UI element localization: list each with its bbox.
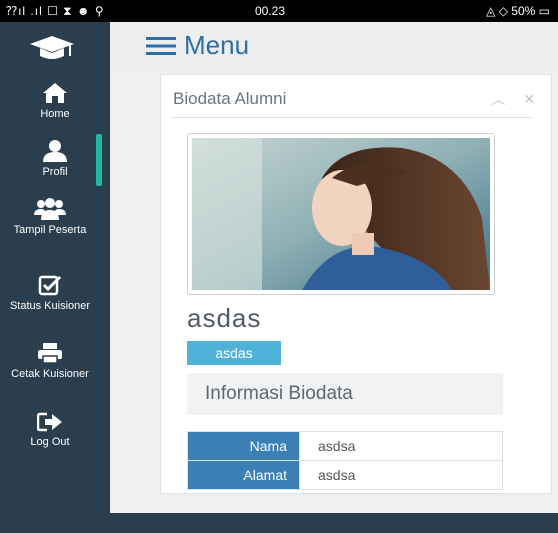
active-indicator [96, 134, 102, 186]
status-icons-right: ◬ ◇ 50% ▭ [486, 4, 550, 18]
biodata-panel: Biodata Alumni ︿ ✕ asdas asdas Informasi… [160, 74, 552, 494]
sidebar-item-log-out[interactable]: Log Out [0, 412, 100, 448]
check-square-icon [38, 275, 62, 296]
status-bar: ⁇ıl .ıl ☐ ⧗ ☻ ⚲ 00.23 ◬ ◇ 50% ▭ [0, 0, 558, 22]
chevron-up-icon[interactable]: ︿ [491, 91, 505, 107]
print-icon [38, 343, 62, 364]
profile-photo [187, 133, 495, 295]
sidebar-item-label: Tampil Peserta [13, 224, 87, 236]
graduation-cap-icon[interactable] [28, 32, 76, 62]
sidebar: Home Profil Tampil Peserta Status Kuisio… [0, 22, 110, 533]
biodata-table: Nama asdsa Alamat asdsa [187, 431, 503, 490]
users-icon [34, 198, 66, 220]
row-value: asdsa [299, 460, 503, 490]
info-heading: Informasi Biodata [187, 373, 503, 415]
sidebar-item-label: Home [40, 108, 70, 120]
sidebar-item-label: Cetak Kuisioner [11, 368, 89, 380]
table-row: Alamat asdsa [187, 460, 503, 490]
panel-tools: ︿ ✕ [477, 89, 535, 109]
close-icon[interactable]: ✕ [523, 91, 535, 107]
status-icons-left: ⁇ıl .ıl ☐ ⧗ ☻ ⚲ [6, 4, 105, 18]
row-label: Nama [187, 431, 300, 461]
profile-name: asdas [187, 303, 262, 333]
sidebar-item-profil[interactable]: Profil [0, 140, 110, 178]
row-value: asdsa [299, 431, 503, 461]
sidebar-item-cetak-kuisioner[interactable]: Cetak Kuisioner [0, 342, 100, 380]
hamburger-icon [146, 36, 176, 55]
row-label: Alamat [187, 460, 300, 490]
name-badge: asdas [187, 341, 281, 365]
sidebar-item-label: Status Kuisioner [9, 300, 91, 312]
sidebar-item-status-kuisioner[interactable]: Status Kuisioner [0, 274, 100, 312]
main-content: Biodata Alumni ︿ ✕ asdas asdas Informasi… [110, 68, 558, 513]
sidebar-item-home[interactable]: Home [0, 82, 110, 120]
panel-title: Biodata Alumni [173, 89, 287, 108]
status-time: 00.23 [255, 4, 286, 18]
footer-bar [110, 513, 558, 533]
sign-out-icon [37, 412, 62, 432]
sidebar-item-label: Profil [42, 166, 68, 178]
sidebar-item-label: Log Out [30, 436, 70, 448]
menu-label: Menu [184, 30, 250, 60]
top-bar: Menu [110, 22, 558, 68]
divider [171, 117, 531, 118]
menu-toggle-button[interactable]: Menu [146, 30, 249, 61]
sidebar-item-tampil-peserta[interactable]: Tampil Peserta [0, 198, 100, 236]
table-row: Nama asdsa [187, 431, 503, 461]
home-icon [43, 83, 67, 103]
user-icon [43, 140, 67, 162]
